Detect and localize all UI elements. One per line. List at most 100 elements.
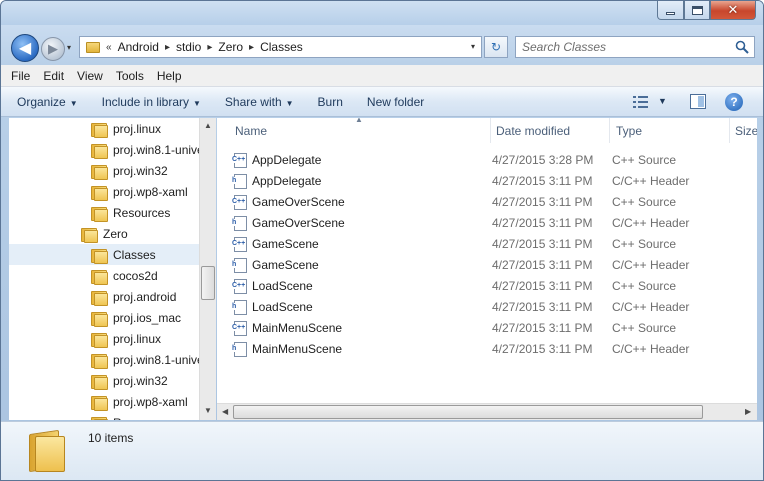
folder-icon [29, 430, 65, 472]
menu-tools[interactable]: Tools [116, 67, 144, 85]
scroll-down-icon[interactable]: ▼ [204, 406, 212, 415]
breadcrumb-separator-icon[interactable]: ▸ [207, 42, 212, 53]
tree-item-resources[interactable]: R [91, 412, 122, 420]
breadcrumb-separator-icon[interactable]: ▸ [165, 42, 170, 53]
file-list-horizontal-scrollbar[interactable]: ◀ ▶ [217, 403, 757, 420]
recent-pages-dropdown[interactable]: ▾ [67, 43, 71, 52]
title-bar[interactable]: ✕ [1, 1, 763, 25]
navigation-pane[interactable]: proj.linux proj.win8.1-unive proj.win32 … [9, 118, 216, 420]
file-row[interactable]: C++ GameOverScene 4/27/2015 3:11 PM C++ … [232, 191, 743, 212]
file-row[interactable]: C++ AppDelegate 4/27/2015 3:28 PM C++ So… [232, 149, 743, 170]
breadcrumb-separator-icon[interactable]: ▸ [249, 42, 254, 53]
breadcrumb-zero[interactable]: Zero [218, 40, 243, 54]
include-in-library-label: Include in library [101, 94, 189, 109]
header-file-icon: h [232, 341, 247, 357]
breadcrumb-classes[interactable]: Classes [260, 40, 303, 54]
address-dropdown-icon[interactable]: ▾ [471, 42, 475, 51]
folder-icon [91, 290, 108, 306]
file-row[interactable]: h MainMenuScene 4/27/2015 3:11 PM C/C++ … [232, 338, 743, 359]
folder-icon [91, 332, 108, 348]
file-row[interactable]: h GameScene 4/27/2015 3:11 PM C/C++ Head… [232, 254, 743, 275]
tree-item-proj-android[interactable]: proj.android [91, 286, 176, 307]
scroll-left-icon[interactable]: ◀ [222, 407, 228, 416]
breadcrumb-android[interactable]: Android [118, 40, 159, 54]
item-count: 10 items [88, 431, 134, 445]
scrollbar-thumb[interactable] [201, 266, 215, 300]
folder-icon [91, 164, 108, 180]
scroll-right-icon[interactable]: ▶ [745, 407, 751, 416]
file-row[interactable]: h GameOverScene 4/27/2015 3:11 PM C/C++ … [232, 212, 743, 233]
breadcrumb-overflow[interactable]: « [106, 42, 112, 53]
new-folder-button[interactable]: New folder [359, 95, 432, 109]
menu-file[interactable]: File [11, 67, 30, 85]
back-button[interactable]: ◀ [11, 34, 39, 62]
address-bar[interactable]: « Android ▸ stdio ▸ Zero ▸ Classes ▾ [79, 36, 482, 58]
refresh-icon: ↻ [490, 40, 502, 54]
tree-item-proj-win81[interactable]: proj.win8.1-unive [91, 349, 204, 370]
tree-item-label: Zero [103, 226, 128, 241]
chevron-down-icon: ▼ [69, 98, 78, 108]
column-header-type[interactable]: Type [612, 118, 730, 143]
breadcrumb-stdio[interactable]: stdio [176, 40, 201, 54]
include-in-library-button[interactable]: Include in library ▼ [94, 95, 209, 109]
view-options-dropdown-icon[interactable]: ▼ [658, 96, 667, 106]
file-date-modified: 4/27/2015 3:11 PM [492, 320, 593, 335]
tree-item-label: proj.wp8-xaml [113, 394, 188, 409]
maximize-button[interactable] [684, 1, 710, 20]
tree-item-label: proj.win32 [113, 163, 168, 178]
file-list[interactable]: ▲ Name Date modified Type Size C++ AppDe… [217, 118, 757, 420]
tree-item-proj-wp8-xaml[interactable]: proj.wp8-xaml [91, 391, 188, 412]
change-view-icon[interactable] [633, 95, 649, 109]
file-date-modified: 4/27/2015 3:11 PM [492, 236, 593, 251]
column-header-name[interactable]: Name [231, 118, 491, 143]
search-input[interactable] [516, 37, 726, 57]
folder-icon [91, 248, 108, 264]
file-row[interactable]: C++ LoadScene 4/27/2015 3:11 PM C++ Sour… [232, 275, 743, 296]
tree-item-label: proj.win32 [113, 373, 168, 388]
column-header-date-modified[interactable]: Date modified [492, 118, 610, 143]
tree-item-cocos2d[interactable]: cocos2d [91, 265, 158, 286]
column-header-size[interactable]: Size [731, 118, 757, 143]
tree-item-proj-linux[interactable]: proj.linux [91, 118, 161, 139]
help-button[interactable]: ? [725, 93, 743, 111]
menu-help[interactable]: Help [157, 67, 182, 85]
tree-item-label: Classes [113, 247, 156, 262]
tree-item-label: proj.win8.1-unive [113, 352, 204, 367]
arrow-right-icon: ▶ [48, 41, 58, 56]
file-name: GameScene [252, 236, 319, 251]
minimize-icon [666, 11, 675, 15]
scrollbar-thumb[interactable] [233, 405, 703, 419]
preview-pane-button[interactable] [690, 94, 706, 109]
file-name: LoadScene [252, 299, 313, 314]
scroll-up-icon[interactable]: ▲ [204, 121, 212, 130]
navigation-pane-scrollbar[interactable]: ▲ ▼ [199, 118, 216, 420]
share-with-button[interactable]: Share with ▼ [217, 95, 302, 109]
details-pane: 10 items [1, 421, 763, 480]
minimize-button[interactable] [657, 1, 684, 20]
file-row[interactable]: h AppDelegate 4/27/2015 3:11 PM C/C++ He… [232, 170, 743, 191]
tree-item-label: proj.wp8-xaml [113, 184, 188, 199]
tree-item-zero[interactable]: Zero [81, 223, 128, 244]
file-date-modified: 4/27/2015 3:28 PM [492, 152, 594, 167]
tree-item-proj-ios-mac[interactable]: proj.ios_mac [91, 307, 181, 328]
file-row[interactable]: h LoadScene 4/27/2015 3:11 PM C/C++ Head… [232, 296, 743, 317]
tree-item-proj-win32[interactable]: proj.win32 [91, 160, 168, 181]
tree-item-proj-linux[interactable]: proj.linux [91, 328, 161, 349]
search-box[interactable] [515, 36, 755, 58]
search-icon[interactable] [735, 40, 749, 54]
tree-item-resources[interactable]: Resources [91, 202, 170, 223]
tree-item-proj-win32[interactable]: proj.win32 [91, 370, 168, 391]
burn-button[interactable]: Burn [310, 95, 351, 109]
tree-item-proj-wp8-xaml[interactable]: proj.wp8-xaml [91, 181, 188, 202]
tree-item-proj-win81[interactable]: proj.win8.1-unive [91, 139, 204, 160]
organize-button[interactable]: Organize ▼ [9, 95, 86, 109]
refresh-button[interactable]: ↻ [484, 36, 508, 58]
close-button[interactable]: ✕ [710, 1, 756, 20]
menu-edit[interactable]: Edit [43, 67, 64, 85]
menu-view[interactable]: View [77, 67, 103, 85]
file-row[interactable]: C++ MainMenuScene 4/27/2015 3:11 PM C++ … [232, 317, 743, 338]
file-row[interactable]: C++ GameScene 4/27/2015 3:11 PM C++ Sour… [232, 233, 743, 254]
forward-button[interactable]: ▶ [41, 37, 65, 61]
tree-item-classes[interactable]: Classes [9, 244, 199, 265]
tree-item-label: proj.ios_mac [113, 310, 182, 325]
